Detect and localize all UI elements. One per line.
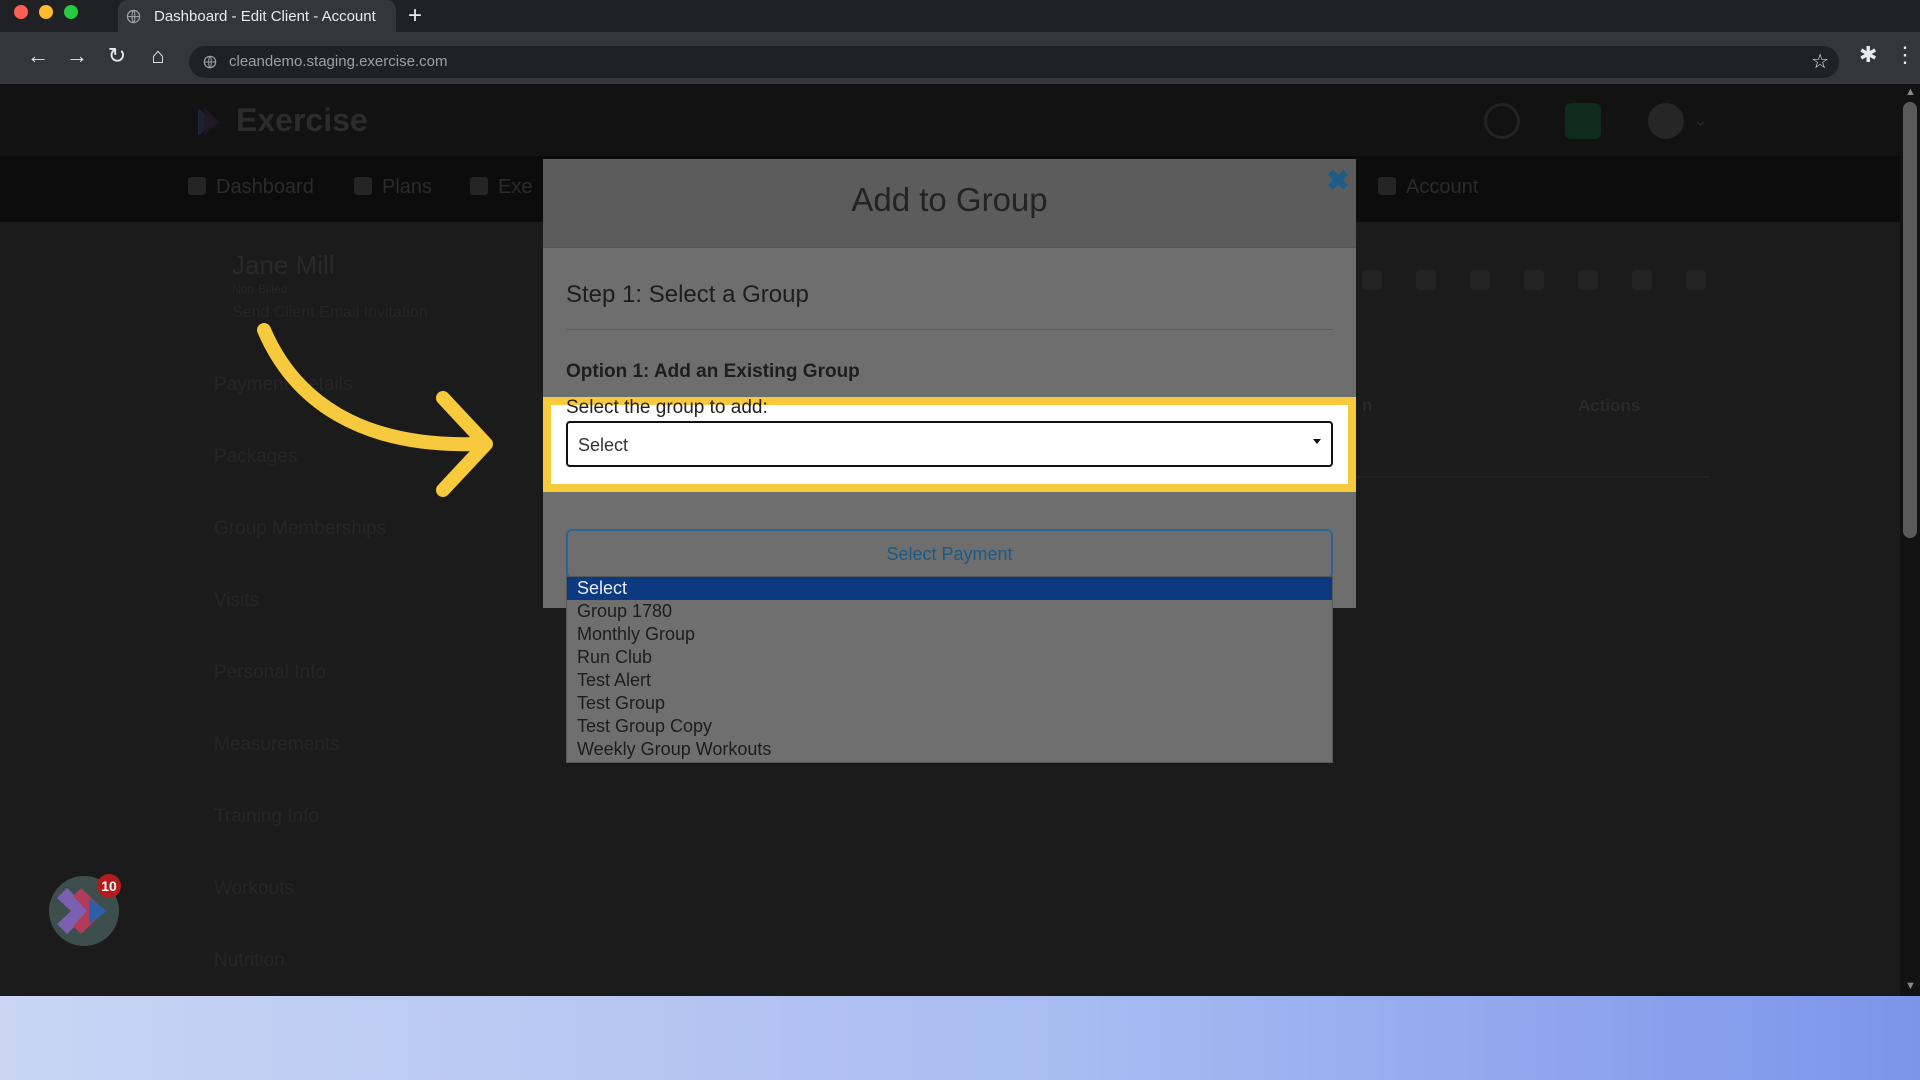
select-label: Select the group to add: [566, 397, 768, 418]
client-name: Jane Mill [232, 250, 335, 280]
dropdown-option[interactable]: Test Alert [567, 669, 1332, 692]
document-icon[interactable] [1470, 270, 1490, 290]
scroll-down-icon[interactable]: ▼ [1905, 980, 1916, 992]
tab-title: Dashboard - Edit Client - Account [154, 8, 376, 25]
table-divider [1355, 476, 1710, 478]
exercise-logo-icon [198, 108, 220, 136]
sidebar-item-workouts[interactable]: Workouts [214, 878, 294, 900]
nav-plans[interactable]: Plans [354, 176, 432, 199]
client-status: Non-Billed [232, 282, 288, 296]
sidebar-item-measurements[interactable]: Measurements [214, 734, 340, 756]
scroll-up-icon[interactable]: ▲ [1905, 86, 1916, 98]
modal-header: Add to Group ✖ [543, 159, 1356, 248]
dropdown-option[interactable]: Group 1780 [567, 600, 1332, 623]
browser-menu-icon[interactable]: ⋮ [1894, 42, 1916, 68]
nav-dashboard[interactable]: Dashboard [188, 176, 314, 199]
new-tab-button[interactable]: + [408, 2, 422, 30]
chevron-down-icon[interactable]: ⌄ [1693, 110, 1708, 131]
toolbar-icon[interactable] [1362, 270, 1382, 290]
star-icon[interactable] [1578, 270, 1598, 290]
caret-down-icon [1313, 439, 1321, 444]
message-icon[interactable] [1686, 270, 1706, 290]
group-dropdown-list[interactable]: Select Group 1780 Monthly Group Run Club Tes… [566, 576, 1333, 763]
nav-account[interactable]: Account [1378, 176, 1478, 199]
dropdown-option[interactable]: Monthly Group [567, 623, 1332, 646]
maximize-window-button[interactable] [64, 5, 78, 19]
extensions-icon[interactable]: ✱ [1859, 42, 1877, 68]
clipboard-icon [354, 177, 372, 195]
select-value: Select [578, 435, 629, 455]
site-info-icon[interactable] [203, 55, 217, 69]
globe-icon [126, 9, 141, 24]
dropdown-option[interactable]: Weekly Group Workouts [567, 738, 1332, 761]
forward-icon[interactable]: → [63, 42, 91, 70]
brand-name: Exercise [236, 102, 368, 138]
heart-icon[interactable] [1524, 270, 1544, 290]
sidebar-item-group-memberships[interactable]: Group Memberships [214, 518, 386, 540]
dropdown-option[interactable]: Test Group Copy [567, 715, 1332, 738]
calendar-icon[interactable] [1416, 270, 1436, 290]
sidebar-item-training-info[interactable]: Training Info [214, 806, 319, 828]
background-band [0, 996, 1920, 1080]
sidebar-item-nutrition[interactable]: Nutrition [214, 950, 285, 972]
app-header: Exercise ⌄ [0, 84, 1900, 156]
user-circle-icon [1378, 177, 1396, 195]
table-header-actions: Actions [1578, 396, 1641, 415]
address-bar[interactable]: cleandemo.staging.exercise.com ☆ [189, 46, 1839, 78]
bookmark-star-icon[interactable]: ☆ [1811, 49, 1829, 74]
dropdown-option[interactable]: Test Group [567, 692, 1332, 715]
annotation-arrow-icon [257, 323, 493, 497]
scrollbar-thumb[interactable] [1903, 102, 1917, 538]
dropdown-option[interactable]: Run Club [567, 646, 1332, 669]
clock-icon[interactable] [1484, 103, 1520, 139]
sidebar-item-visits[interactable]: Visits [214, 590, 259, 612]
select-payment-button[interactable]: Select Payment [566, 529, 1333, 579]
notification-badge: 10 [97, 874, 121, 898]
menu-icon [188, 177, 206, 195]
browser-toolbar: ← → ↻ ⌂ cleandemo.staging.exercise.com ☆… [0, 32, 1920, 84]
nav-exercises[interactable]: Exe [470, 176, 532, 199]
nav-label: Plans [382, 176, 433, 198]
page-scrollbar[interactable]: ▲ ▼ [1900, 84, 1920, 996]
dumbbell-icon [470, 177, 488, 195]
browser-titlebar: Dashboard - Edit Client - Account + [0, 0, 1920, 32]
avatar[interactable] [1648, 103, 1684, 139]
nav-label: Exe [498, 176, 533, 198]
close-icon[interactable]: ✖ [1324, 167, 1352, 195]
step-heading: Step 1: Select a Group [566, 281, 809, 308]
modal-title: Add to Group [851, 181, 1048, 218]
minimize-window-button[interactable] [39, 5, 53, 19]
table-header: n [1362, 396, 1373, 415]
close-window-button[interactable] [14, 5, 28, 19]
chart-icon[interactable] [1632, 270, 1652, 290]
group-select[interactable]: Select [566, 421, 1333, 467]
home-icon[interactable]: ⌂ [144, 42, 172, 70]
nav-label: Account [1406, 176, 1479, 198]
nav-label: Dashboard [216, 176, 314, 198]
back-icon[interactable]: ← [24, 42, 52, 70]
option-heading: Option 1: Add an Existing Group [566, 361, 860, 382]
url-text: cleandemo.staging.exercise.com [229, 53, 448, 70]
sidebar-item-personal-info[interactable]: Personal Info [214, 662, 326, 684]
reload-icon[interactable]: ↻ [103, 42, 131, 70]
browser-tab[interactable]: Dashboard - Edit Client - Account [118, 0, 396, 32]
dropdown-option[interactable]: Select [567, 577, 1332, 600]
notification-icon[interactable] [1565, 103, 1601, 139]
divider [566, 329, 1333, 330]
